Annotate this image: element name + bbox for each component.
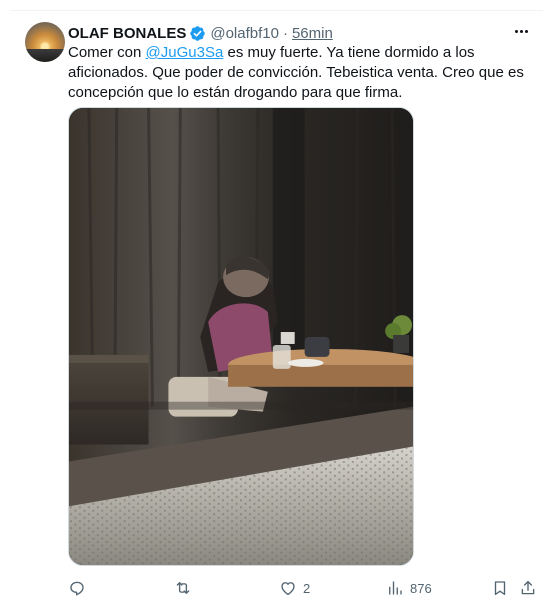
- more-options-icon[interactable]: [509, 21, 533, 41]
- like-icon: [281, 582, 295, 596]
- tweet-header: OLAF BONALES @olafbf10 · 56min: [68, 24, 333, 42]
- tweet-text: Comer con @JuGu3Sa es muy fuerte. Ya tie…: [68, 43, 533, 103]
- tweet-text-start: Comer con: [68, 44, 146, 61]
- author-handle[interactable]: @olafbf10: [210, 25, 279, 42]
- retweet-button[interactable]: [174, 577, 198, 599]
- verified-badge-icon: [190, 25, 206, 41]
- restaurant-photo: [69, 108, 413, 565]
- tweet-photo[interactable]: [68, 107, 414, 566]
- share-icon: [521, 580, 535, 595]
- avatar[interactable]: [25, 22, 65, 62]
- reply-button[interactable]: [68, 577, 92, 599]
- header-separator: ·: [282, 24, 288, 42]
- views-button[interactable]: 876: [386, 577, 432, 599]
- author-name[interactable]: OLAF BONALES: [68, 25, 186, 42]
- retweet-icon: [176, 582, 190, 594]
- bookmark-button[interactable]: [491, 577, 509, 599]
- bookmark-icon: [494, 581, 506, 596]
- action-bar: 2 876: [68, 577, 543, 599]
- like-button[interactable]: 2: [279, 577, 310, 599]
- mention-link[interactable]: @JuGu3Sa: [146, 44, 224, 61]
- share-button[interactable]: [519, 577, 537, 599]
- like-count: 2: [303, 580, 311, 596]
- tweet-timestamp[interactable]: 56min: [292, 25, 333, 42]
- views-icon: [389, 581, 402, 595]
- tweet-card[interactable]: OLAF BONALES @olafbf10 · 56min Comer con…: [10, 10, 543, 606]
- view-count: 876: [410, 580, 432, 596]
- reply-icon: [70, 581, 84, 596]
